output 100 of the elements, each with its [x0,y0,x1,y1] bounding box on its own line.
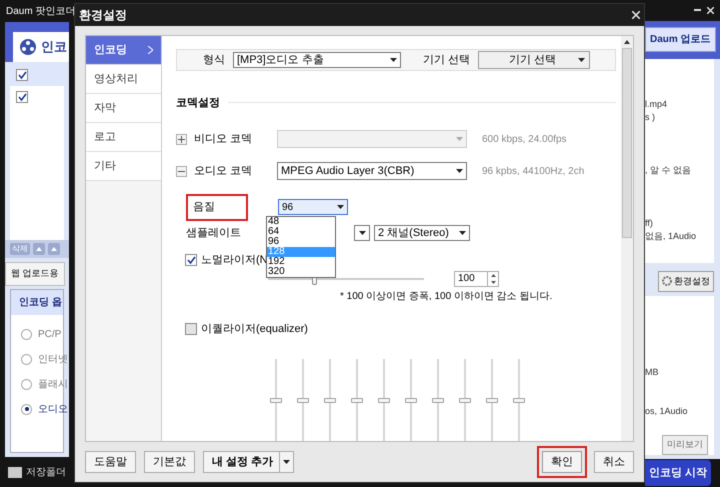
equalizer-slider[interactable] [486,359,498,441]
codec-label: 오디오 코덱 [194,164,254,179]
file-detail-text: , 알 수 없음 [645,164,692,176]
slider-thumb[interactable] [297,398,309,403]
preview-button[interactable]: 미리보기 [662,435,708,455]
equalizer-slider[interactable] [459,359,471,441]
codec-select[interactable]: MPEG Audio Layer 3(CBR) [277,162,467,180]
scrollbar[interactable] [621,36,633,441]
slider-thumb[interactable] [351,398,363,403]
radio-button[interactable] [21,354,32,364]
dropdown-option[interactable]: 96 [267,237,335,247]
move-top-icon[interactable] [48,243,60,255]
slider-thumb[interactable] [432,398,444,403]
gear-icon [662,276,672,286]
slider-thumb[interactable] [486,398,498,403]
dropdown-option[interactable]: 48 [267,217,335,227]
dialog-button[interactable]: 취소 [594,451,634,473]
channel-select[interactable]: 2 채널(Stereo) [374,224,470,241]
caret-icon [283,460,290,464]
caret-icon [337,205,344,210]
codec-label: 비디오 코덱 [194,132,254,147]
minimize-icon[interactable] [694,9,701,12]
radio-button[interactable] [21,378,32,390]
slider-thumb[interactable] [324,398,336,403]
decrement-icon[interactable] [490,280,496,284]
codec-info: 600 kbps, 24.00fps [482,132,567,146]
sample-rate-select[interactable] [354,224,370,241]
folder-icon [8,466,22,478]
quality-select[interactable]: 96 [278,199,348,216]
sidebar-item[interactable]: 영상처리 [86,65,161,94]
equalizer-slider[interactable] [405,359,417,441]
sidebar-item[interactable]: 로고 [86,123,161,152]
normalizer-note: * 100 이상이면 증폭, 100 이하이면 감소 됩니다. [340,290,552,304]
equalizer-slider[interactable] [513,359,525,441]
caret-icon [390,58,397,62]
file-detail-text: s ) [645,112,656,123]
radio-button[interactable] [21,328,32,340]
caret-icon [456,137,463,141]
add-preset-button[interactable]: 내 설정 추가 [203,451,294,473]
film-reel-icon [19,38,37,56]
dropdown-option[interactable]: 192 [267,257,335,267]
equalizer-slider[interactable] [324,359,336,441]
dialog-button[interactable]: 도움말 [85,451,136,473]
header-title: 인코 [41,38,67,56]
equalizer-slider[interactable] [270,359,282,441]
caret-icon [578,58,586,62]
dropdown-option[interactable]: 320 [267,267,335,277]
equalizer-slider[interactable] [432,359,444,441]
device-select-button[interactable]: 기기 선택 [478,50,590,69]
file-detail-text: l.mp4 [645,98,668,110]
caret-icon [358,230,366,235]
slider-thumb[interactable] [378,398,390,403]
caret-icon [459,230,466,235]
option-label: PC/P [38,328,62,342]
increment-icon[interactable] [490,274,496,276]
equalizer-slider[interactable] [351,359,363,441]
slider-thumb[interactable] [459,398,471,403]
checkbox[interactable] [16,91,28,103]
scroll-up-icon[interactable] [624,40,630,44]
quality-label: 음질 [186,194,248,220]
move-up-icon[interactable] [33,243,45,255]
sidebar-item[interactable]: 기타 [86,152,161,181]
dialog-button[interactable]: 기본값 [144,451,195,473]
format-select[interactable]: [MP3]오디오 추출 [233,52,401,68]
dropdown-option[interactable]: 64 [267,227,335,237]
dialog-title: 환경설정 [79,7,127,24]
caret-icon [456,169,463,173]
settings-button[interactable]: 환경설정 [658,270,714,292]
option-label: 오디오 [38,402,68,416]
sample-rate-label: 샘플레이트 [186,226,242,240]
close-icon[interactable] [632,11,640,19]
options-title: 인코딩 옵 [11,290,63,314]
device-label: 기기 선택 [423,52,470,68]
format-label: 형식 [203,52,225,68]
start-encoding-button[interactable]: 인코딩 시작 [645,460,712,486]
close-icon[interactable] [707,6,714,14]
collapse-icon[interactable] [176,166,187,176]
section-title: 코덱설정 [176,96,220,110]
slider-thumb[interactable] [405,398,417,403]
file-detail-text: 없음, 1Audio [645,230,698,242]
radio-button[interactable] [21,404,32,414]
sidebar-item[interactable]: 인코딩 [86,36,161,65]
daum-upload-button[interactable]: Daum 업로드 [645,27,716,52]
equalizer-slider[interactable] [297,359,309,441]
sidebar-item[interactable]: 자막 [86,94,161,123]
codec-info: 96 kpbs, 44100Hz, 2ch [482,164,584,178]
normalizer-label: 노멀라이저(N [201,253,268,268]
option-detail-text: MB [645,366,660,380]
save-folder-label: 저장폴더 [26,466,66,480]
file-detail-text: ff) [645,218,654,229]
slider-thumb[interactable] [513,398,525,403]
checkbox[interactable] [16,69,28,81]
slider-thumb[interactable] [270,398,282,403]
checkbox[interactable] [185,322,197,335]
option-detail-text: os, 1Audio [645,404,689,418]
spin-field[interactable]: 100 [454,270,499,286]
equalizer-label: 이퀄라이저(equalizer) [201,322,308,336]
equalizer-slider[interactable] [378,359,390,441]
upload-tab[interactable]: 웹 업로드용 [5,262,65,286]
checkbox[interactable] [185,254,197,266]
